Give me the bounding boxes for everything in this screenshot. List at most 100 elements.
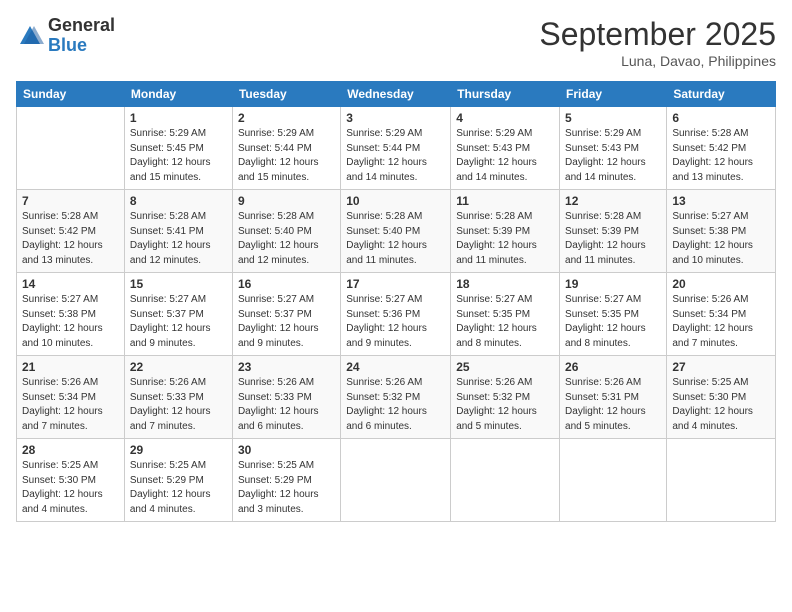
- day-number: 24: [346, 360, 445, 374]
- day-number: 8: [130, 194, 227, 208]
- calendar-cell: 28 Sunrise: 5:25 AM Sunset: 5:30 PM Dayli…: [17, 439, 125, 522]
- day-number: 2: [238, 111, 335, 125]
- calendar-cell: 13 Sunrise: 5:27 AM Sunset: 5:38 PM Dayli…: [667, 190, 776, 273]
- calendar-cell: [667, 439, 776, 522]
- day-of-week-header: Thursday: [451, 82, 560, 107]
- location: Luna, Davao, Philippines: [539, 53, 776, 69]
- calendar-cell: 29Sunrise: 5:25 AM Sunset: 5:29 PM Dayli…: [124, 439, 232, 522]
- day-info: Sunrise: 5:27 AM Sunset: 5:36 PM Dayligh…: [346, 293, 445, 351]
- calendar-week-row: 21 Sunrise: 5:26 AM Sunset: 5:34 PM Dayli…: [17, 356, 776, 439]
- calendar-cell: 12 Sunrise: 5:28 AM Sunset: 5:39 PM Dayli…: [560, 190, 667, 273]
- day-number: 15: [130, 277, 227, 291]
- day-info: Sunrise: 5:25 AM Sunset: 5:29 PM Dayligh…: [238, 459, 335, 517]
- day-info: Sunrise: 5:27 AM Sunset: 5:37 PM Dayligh…: [130, 293, 227, 351]
- day-info: Sunrise: 5:28 AM Sunset: 5:39 PM Dayligh…: [456, 210, 554, 268]
- day-number: 25: [456, 360, 554, 374]
- calendar-cell: 25 Sunrise: 5:26 AM Sunset: 5:32 PM Dayli…: [451, 356, 560, 439]
- calendar-week-row: 28 Sunrise: 5:25 AM Sunset: 5:30 PM Dayli…: [17, 439, 776, 522]
- day-of-week-header: Tuesday: [232, 82, 340, 107]
- logo: General Blue: [16, 16, 115, 56]
- calendar-cell: 21 Sunrise: 5:26 AM Sunset: 5:34 PM Dayli…: [17, 356, 125, 439]
- day-info: Sunrise: 5:28 AM Sunset: 5:41 PM Dayligh…: [130, 210, 227, 268]
- calendar-cell: 11 Sunrise: 5:28 AM Sunset: 5:39 PM Dayli…: [451, 190, 560, 273]
- day-of-week-header: Sunday: [17, 82, 125, 107]
- day-info: Sunrise: 5:26 AM Sunset: 5:31 PM Dayligh…: [565, 376, 661, 434]
- day-number: 18: [456, 277, 554, 291]
- day-info: Sunrise: 5:28 AM Sunset: 5:42 PM Dayligh…: [22, 210, 119, 268]
- calendar-cell: [17, 107, 125, 190]
- day-number: 29: [130, 443, 227, 457]
- day-number: 26: [565, 360, 661, 374]
- day-info: Sunrise: 5:26 AM Sunset: 5:32 PM Dayligh…: [346, 376, 445, 434]
- page-header: General Blue September 2025 Luna, Davao,…: [16, 16, 776, 69]
- day-number: 7: [22, 194, 119, 208]
- logo-text: General Blue: [48, 16, 115, 56]
- day-number: 16: [238, 277, 335, 291]
- calendar-cell: 8 Sunrise: 5:28 AM Sunset: 5:41 PM Daylig…: [124, 190, 232, 273]
- day-info: Sunrise: 5:28 AM Sunset: 5:42 PM Dayligh…: [672, 127, 770, 185]
- calendar-cell: 6Sunrise: 5:28 AM Sunset: 5:42 PM Daylig…: [667, 107, 776, 190]
- day-info: Sunrise: 5:26 AM Sunset: 5:34 PM Dayligh…: [22, 376, 119, 434]
- day-info: Sunrise: 5:29 AM Sunset: 5:44 PM Dayligh…: [238, 127, 335, 185]
- calendar-cell: 22 Sunrise: 5:26 AM Sunset: 5:33 PM Dayli…: [124, 356, 232, 439]
- day-info: Sunrise: 5:28 AM Sunset: 5:39 PM Dayligh…: [565, 210, 661, 268]
- day-info: Sunrise: 5:29 AM Sunset: 5:43 PM Dayligh…: [565, 127, 661, 185]
- title-block: September 2025 Luna, Davao, Philippines: [539, 16, 776, 69]
- month-title: September 2025: [539, 16, 776, 53]
- calendar-cell: 19Sunrise: 5:27 AM Sunset: 5:35 PM Dayli…: [560, 273, 667, 356]
- day-of-week-header: Wednesday: [341, 82, 451, 107]
- day-number: 28: [22, 443, 119, 457]
- day-number: 20: [672, 277, 770, 291]
- day-number: 19: [565, 277, 661, 291]
- calendar-cell: 10 Sunrise: 5:28 AM Sunset: 5:40 PM Dayli…: [341, 190, 451, 273]
- day-info: Sunrise: 5:26 AM Sunset: 5:32 PM Dayligh…: [456, 376, 554, 434]
- calendar-cell: [451, 439, 560, 522]
- calendar-cell: 1Sunrise: 5:29 AM Sunset: 5:45 PM Daylig…: [124, 107, 232, 190]
- day-number: 11: [456, 194, 554, 208]
- day-number: 3: [346, 111, 445, 125]
- day-number: 21: [22, 360, 119, 374]
- day-number: 27: [672, 360, 770, 374]
- day-info: Sunrise: 5:25 AM Sunset: 5:30 PM Dayligh…: [22, 459, 119, 517]
- day-of-week-header: Friday: [560, 82, 667, 107]
- calendar-cell: 23Sunrise: 5:26 AM Sunset: 5:33 PM Dayli…: [232, 356, 340, 439]
- calendar-cell: 7 Sunrise: 5:28 AM Sunset: 5:42 PM Daylig…: [17, 190, 125, 273]
- calendar-cell: 18Sunrise: 5:27 AM Sunset: 5:35 PM Dayli…: [451, 273, 560, 356]
- day-number: 22: [130, 360, 227, 374]
- calendar-cell: 30 Sunrise: 5:25 AM Sunset: 5:29 PM Dayli…: [232, 439, 340, 522]
- day-info: Sunrise: 5:28 AM Sunset: 5:40 PM Dayligh…: [238, 210, 335, 268]
- day-number: 10: [346, 194, 445, 208]
- calendar-cell: [560, 439, 667, 522]
- calendar-cell: 4Sunrise: 5:29 AM Sunset: 5:43 PM Daylig…: [451, 107, 560, 190]
- day-info: Sunrise: 5:27 AM Sunset: 5:38 PM Dayligh…: [22, 293, 119, 351]
- day-info: Sunrise: 5:28 AM Sunset: 5:40 PM Dayligh…: [346, 210, 445, 268]
- calendar-cell: 2 Sunrise: 5:29 AM Sunset: 5:44 PM Daylig…: [232, 107, 340, 190]
- calendar-table: SundayMondayTuesdayWednesdayThursdayFrid…: [16, 81, 776, 522]
- calendar-cell: 9Sunrise: 5:28 AM Sunset: 5:40 PM Daylig…: [232, 190, 340, 273]
- calendar-header-row: SundayMondayTuesdayWednesdayThursdayFrid…: [17, 82, 776, 107]
- calendar-cell: 16 Sunrise: 5:27 AM Sunset: 5:37 PM Dayli…: [232, 273, 340, 356]
- calendar-week-row: 14Sunrise: 5:27 AM Sunset: 5:38 PM Dayli…: [17, 273, 776, 356]
- calendar-cell: 20 Sunrise: 5:26 AM Sunset: 5:34 PM Dayli…: [667, 273, 776, 356]
- calendar-cell: 3 Sunrise: 5:29 AM Sunset: 5:44 PM Daylig…: [341, 107, 451, 190]
- day-number: 12: [565, 194, 661, 208]
- calendar-cell: 26 Sunrise: 5:26 AM Sunset: 5:31 PM Dayli…: [560, 356, 667, 439]
- calendar-cell: 17 Sunrise: 5:27 AM Sunset: 5:36 PM Dayli…: [341, 273, 451, 356]
- day-info: Sunrise: 5:27 AM Sunset: 5:37 PM Dayligh…: [238, 293, 335, 351]
- logo-blue: Blue: [48, 35, 87, 55]
- day-info: Sunrise: 5:29 AM Sunset: 5:44 PM Dayligh…: [346, 127, 445, 185]
- day-number: 17: [346, 277, 445, 291]
- calendar-cell: 27Sunrise: 5:25 AM Sunset: 5:30 PM Dayli…: [667, 356, 776, 439]
- day-number: 23: [238, 360, 335, 374]
- day-info: Sunrise: 5:27 AM Sunset: 5:38 PM Dayligh…: [672, 210, 770, 268]
- day-info: Sunrise: 5:26 AM Sunset: 5:34 PM Dayligh…: [672, 293, 770, 351]
- calendar-cell: 24 Sunrise: 5:26 AM Sunset: 5:32 PM Dayli…: [341, 356, 451, 439]
- day-info: Sunrise: 5:29 AM Sunset: 5:45 PM Dayligh…: [130, 127, 227, 185]
- day-number: 5: [565, 111, 661, 125]
- day-number: 30: [238, 443, 335, 457]
- calendar-week-row: 7 Sunrise: 5:28 AM Sunset: 5:42 PM Daylig…: [17, 190, 776, 273]
- day-number: 13: [672, 194, 770, 208]
- logo-general: General: [48, 15, 115, 35]
- day-info: Sunrise: 5:29 AM Sunset: 5:43 PM Dayligh…: [456, 127, 554, 185]
- day-info: Sunrise: 5:26 AM Sunset: 5:33 PM Dayligh…: [130, 376, 227, 434]
